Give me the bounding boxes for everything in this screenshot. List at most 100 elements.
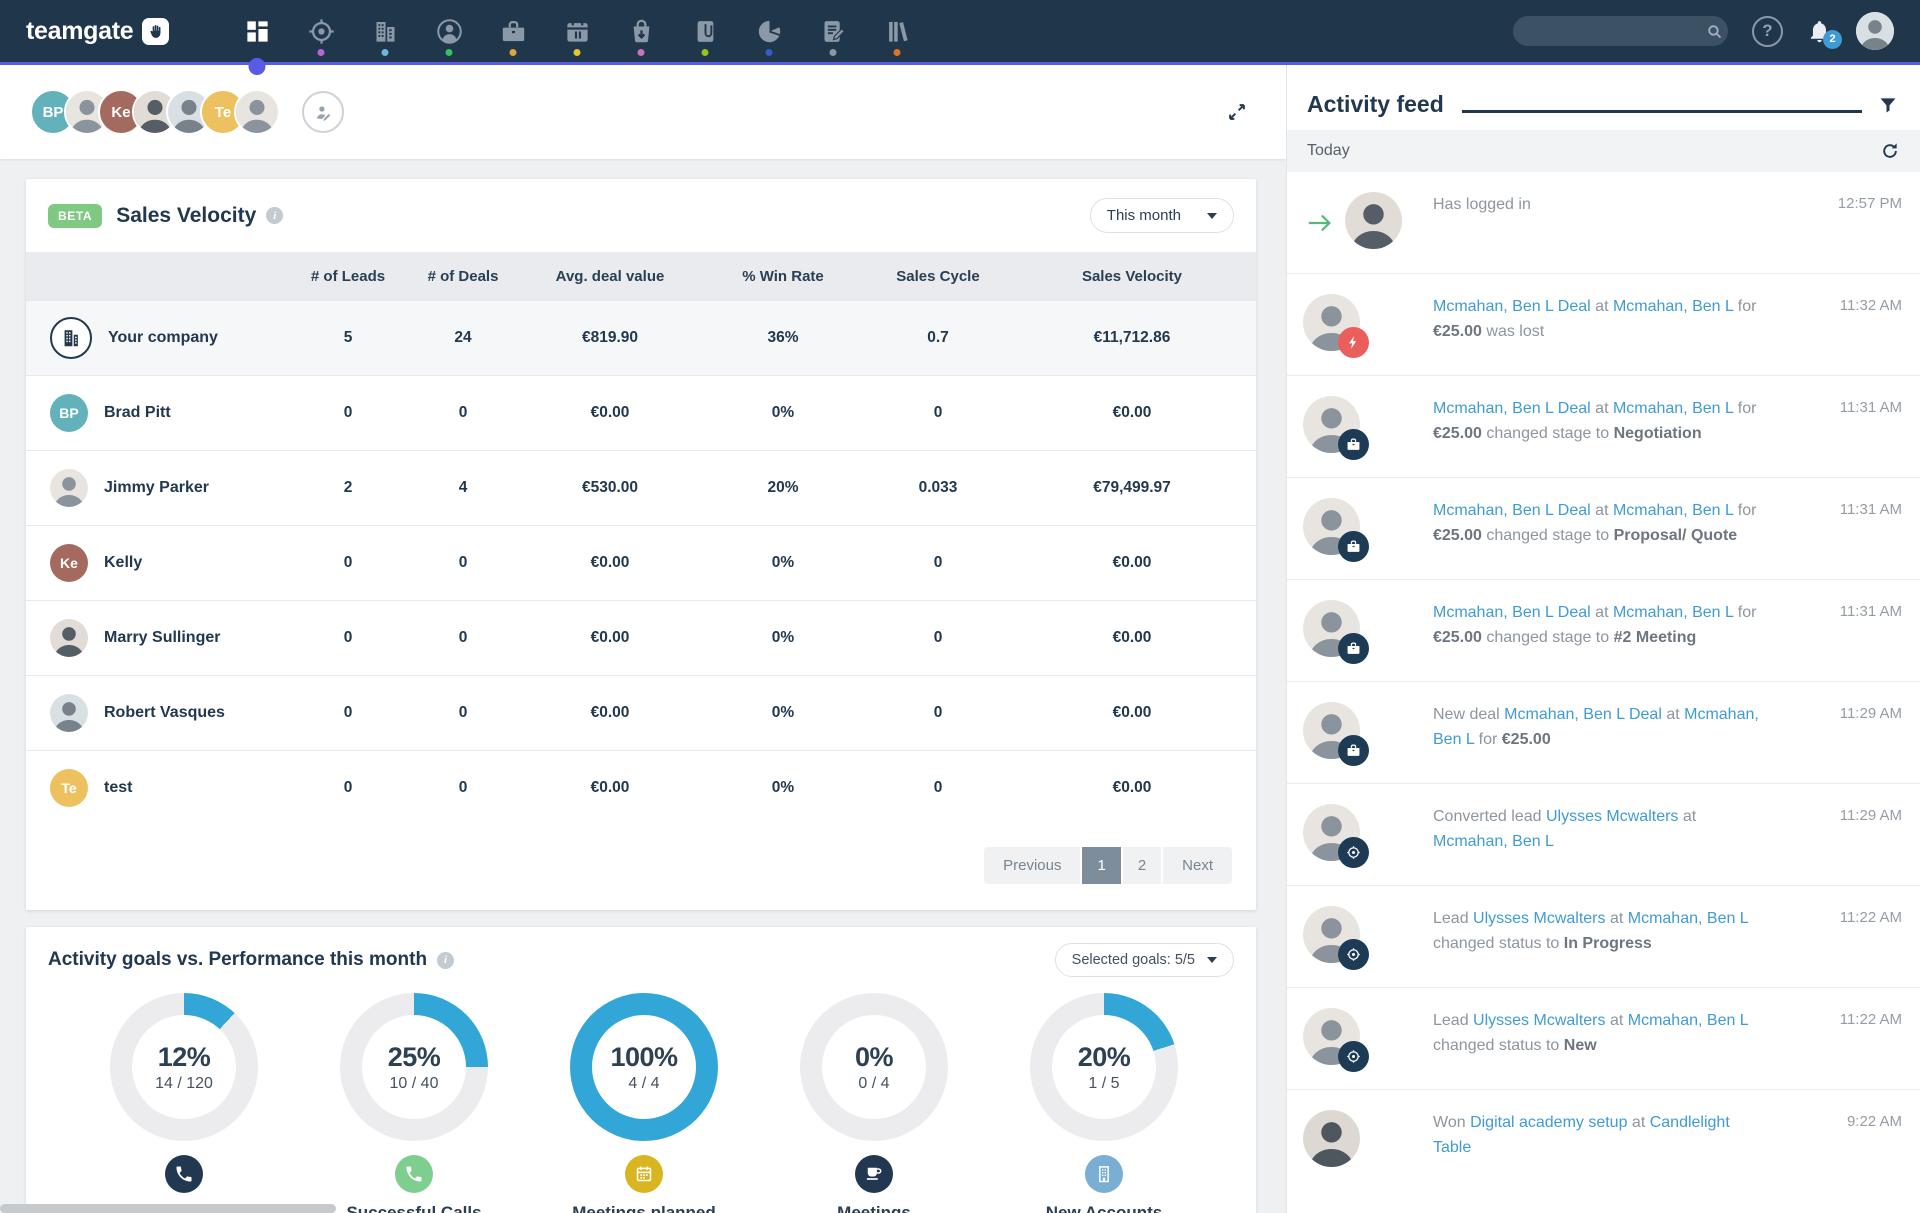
page-button-1[interactable]: 1 <box>1082 847 1121 884</box>
nav-item-insights[interactable] <box>737 0 801 62</box>
feed-link[interactable]: Mcmahan, Ben L <box>1613 502 1733 519</box>
goal-label[interactable]: Meetings planned <box>572 1203 716 1213</box>
feed-avatar[interactable] <box>1303 294 1369 358</box>
nav-item-forms[interactable] <box>801 0 865 62</box>
logo[interactable]: teamgate <box>26 17 170 46</box>
horizontal-scrollbar[interactable] <box>0 1204 336 1213</box>
row-name: Kelly <box>104 554 143 571</box>
table-row[interactable]: BP Brad Pitt 0 0 €0.00 0% 0 €0.00 <box>26 375 1256 450</box>
avatar <box>50 694 88 732</box>
feed-link[interactable]: Mcmahan, Ben L <box>1433 833 1554 850</box>
manage-members-button[interactable] <box>302 91 344 133</box>
feed-link[interactable]: Ulysses Mcwalters <box>1473 1012 1605 1029</box>
feed-link[interactable]: Mcmahan, Ben L <box>1628 1012 1748 1029</box>
refresh-icon[interactable] <box>1880 141 1900 161</box>
feed-avatar[interactable] <box>1345 192 1402 249</box>
feed-avatar[interactable] <box>1303 498 1369 562</box>
feed-link[interactable]: Mcmahan, Ben L <box>1613 604 1733 621</box>
feed-item: Lead Ulysses Mcwalters at Mcmahan, Ben L… <box>1287 885 1920 987</box>
feed-link[interactable]: Mcmahan, Ben L Deal <box>1504 706 1662 723</box>
calendar-icon <box>564 18 591 45</box>
previous-page-button[interactable]: Previous <box>984 847 1081 884</box>
search-input[interactable] <box>1525 23 1706 39</box>
activity-goals-title: Activity goals vs. Performance this mont… <box>48 949 428 970</box>
row-value: €0.00 <box>590 404 630 421</box>
nav-item-sales[interactable] <box>609 0 673 62</box>
expand-button[interactable] <box>1226 101 1248 123</box>
next-page-button[interactable]: Next <box>1163 847 1232 884</box>
feed-link[interactable]: Mcmahan, Ben L Deal <box>1433 604 1591 621</box>
info-icon[interactable]: i <box>437 951 455 969</box>
feed-avatar[interactable] <box>1303 396 1369 460</box>
nav-item-files[interactable] <box>673 0 737 62</box>
help-button[interactable]: ? <box>1752 15 1783 47</box>
feed-link[interactable]: Mcmahan, Ben L <box>1628 910 1748 927</box>
feed-time: 11:31 AM <box>1839 399 1902 416</box>
info-icon[interactable]: i <box>266 207 284 224</box>
table-row[interactable]: Marry Sullinger 0 0 €0.00 0% 0 €0.00 <box>26 600 1256 675</box>
nav-item-deals[interactable] <box>481 0 545 62</box>
row-value: 0 <box>933 629 943 646</box>
table-row[interactable]: Robert Vasques 0 0 €0.00 0% 0 €0.00 <box>26 675 1256 750</box>
row-value: 4 <box>458 479 468 496</box>
feed-link[interactable]: Ulysses Mcwalters <box>1473 910 1605 927</box>
feed-text-segment: at <box>1590 400 1613 417</box>
help-label: ? <box>1762 21 1773 40</box>
feed-link[interactable]: Ulysses Mcwalters <box>1546 808 1678 825</box>
period-dropdown[interactable]: This month <box>1089 198 1234 233</box>
feed-link[interactable]: Mcmahan, Ben L <box>1613 400 1733 417</box>
nav-item-goals[interactable] <box>289 0 353 62</box>
table-body: Your company 5 24 €819.90 36% 0.7 €11,712.86 BP… <box>26 300 1256 825</box>
feed-avatar[interactable] <box>1303 600 1369 664</box>
goal-label[interactable]: New Accounts <box>1046 1203 1163 1213</box>
nav-item-contacts[interactable] <box>417 0 481 62</box>
nav-dot <box>637 49 645 56</box>
notification-count-badge: 2 <box>1823 29 1842 49</box>
feed-item-left <box>1303 906 1433 970</box>
nav-dot <box>381 49 389 56</box>
feed-avatar[interactable] <box>1303 1110 1360 1167</box>
table-row[interactable]: Te test 0 0 €0.00 0% 0 €0.00 <box>26 750 1256 825</box>
feed-avatar[interactable] <box>1303 804 1369 868</box>
table-row[interactable]: Jimmy Parker 2 4 €530.00 20% 0.033 €79,499.97 <box>26 450 1256 525</box>
row-value: 0 <box>343 554 353 571</box>
row-name: test <box>104 779 133 796</box>
nav-item-dashboard[interactable] <box>225 0 289 75</box>
feed-text-segment: for <box>1733 502 1757 519</box>
table-row[interactable]: Ke Kelly 0 0 €0.00 0% 0 €0.00 <box>26 525 1256 600</box>
feed-link[interactable]: Mcmahan, Ben L Deal <box>1433 298 1591 315</box>
feed-avatar[interactable] <box>1303 702 1369 766</box>
feed-text-segment: at <box>1678 808 1697 825</box>
filter-icon[interactable] <box>1878 95 1898 115</box>
row-value: 0% <box>771 629 795 646</box>
page-button-2[interactable]: 2 <box>1122 847 1162 884</box>
goal-label[interactable]: Successful Calls <box>346 1203 481 1213</box>
notifications-button[interactable]: 2 <box>1807 19 1842 49</box>
cup-icon <box>855 1155 893 1193</box>
sales-velocity-title: Sales Velocity <box>116 203 257 227</box>
goal-donut-chart: 0% 0 / 4 <box>800 993 948 1141</box>
column-header: # of Deals <box>427 267 499 285</box>
feed-text-segment: New <box>1563 1036 1597 1054</box>
feed-avatar[interactable] <box>1303 1008 1369 1072</box>
nav-dot <box>317 49 325 56</box>
feed-link[interactable]: Mcmahan, Ben L <box>1613 298 1733 315</box>
team-avatar[interactable] <box>234 89 280 135</box>
nav-item-companies[interactable] <box>353 0 417 62</box>
feed-link[interactable]: Mcmahan, Ben L Deal <box>1433 502 1591 519</box>
feed-text-segment: at <box>1605 910 1628 927</box>
goal-label[interactable]: Meetings <box>837 1203 911 1213</box>
nav-item-calendar[interactable] <box>545 0 609 62</box>
feed-text: New deal Mcmahan, Ben L Deal at Mcmahan,… <box>1433 702 1785 753</box>
search-box[interactable] <box>1513 16 1728 46</box>
feed-link[interactable]: Mcmahan, Ben L Deal <box>1433 400 1591 417</box>
feed-text-segment: €25.00 <box>1433 424 1482 442</box>
feed-link[interactable]: Digital academy setup <box>1470 1114 1627 1131</box>
row-value: 0.033 <box>918 479 958 496</box>
table-row[interactable]: Your company 5 24 €819.90 36% 0.7 €11,712.86 <box>26 300 1256 375</box>
column-header: Avg. deal value <box>555 267 665 285</box>
feed-avatar[interactable] <box>1303 906 1369 970</box>
selected-goals-dropdown[interactable]: Selected goals: 5/5 <box>1054 943 1234 977</box>
user-avatar[interactable] <box>1856 12 1894 50</box>
nav-item-knowledge[interactable] <box>865 0 929 62</box>
